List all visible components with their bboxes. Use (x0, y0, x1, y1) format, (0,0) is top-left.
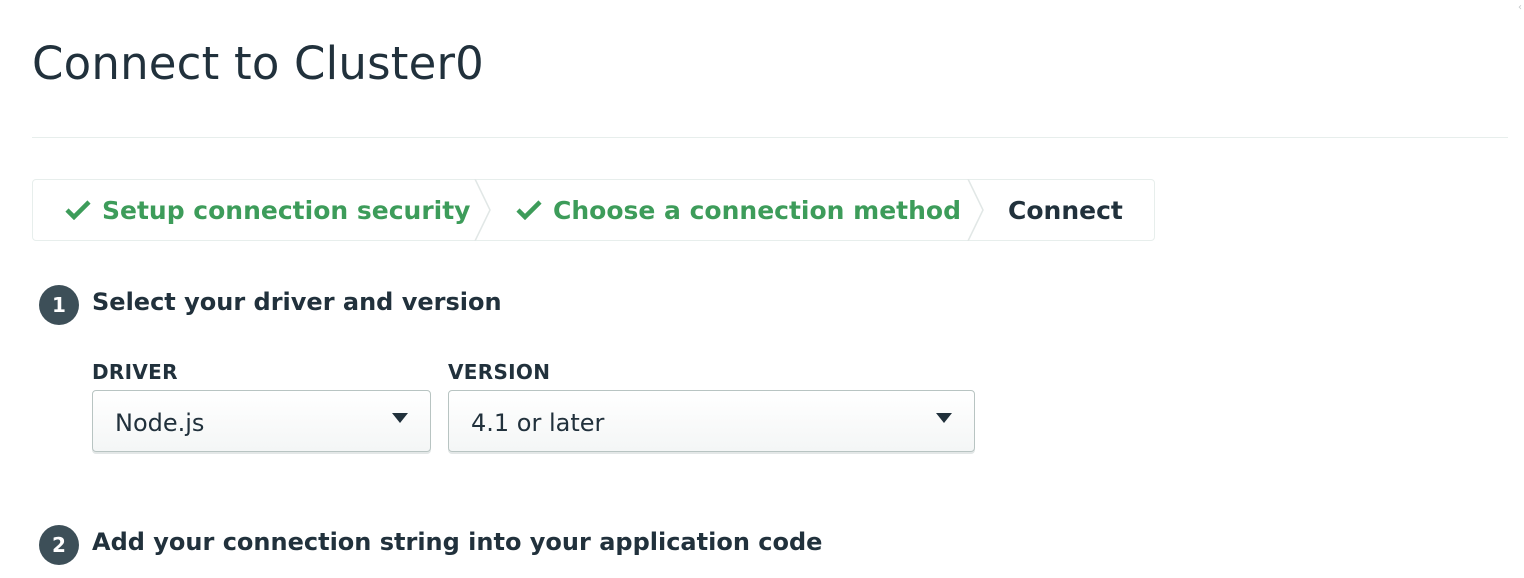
step-label: Choose a connection method (553, 195, 961, 225)
section-title-driver: Select your driver and version (92, 288, 502, 316)
step-choose-connection-method[interactable]: Choose a connection method (516, 180, 961, 240)
page-title: Connect to Cluster0 (32, 37, 484, 90)
caret-down-icon (936, 413, 952, 423)
driver-label: DRIVER (92, 360, 178, 384)
check-icon (516, 200, 542, 220)
version-select-value: 4.1 or later (471, 409, 605, 437)
divider (32, 137, 1508, 138)
step-setup-connection-security[interactable]: Setup connection security (65, 180, 470, 240)
version-label: VERSION (448, 360, 551, 384)
step-separator-chevron (967, 179, 984, 241)
step-number-badge: 2 (39, 525, 79, 565)
version-select[interactable]: 4.1 or later (448, 390, 975, 452)
stepper: Setup connection security Choose a conne… (32, 179, 1155, 241)
step-label: Connect (1008, 195, 1123, 225)
caret-down-icon (392, 413, 408, 423)
check-icon (65, 200, 91, 220)
step-separator-chevron (474, 179, 491, 241)
driver-select[interactable]: Node.js (92, 390, 431, 452)
step-connect[interactable]: Connect (1008, 180, 1123, 240)
step-label: Setup connection security (102, 195, 471, 225)
step-number-badge: 1 (39, 285, 79, 325)
corner-decoration-icon: ‹ (1518, 2, 1522, 13)
section-title-connection-string: Add your connection string into your app… (92, 528, 823, 556)
driver-select-value: Node.js (115, 409, 205, 437)
connect-modal: ‹ Connect to Cluster0 Setup connection s… (0, 0, 1524, 578)
